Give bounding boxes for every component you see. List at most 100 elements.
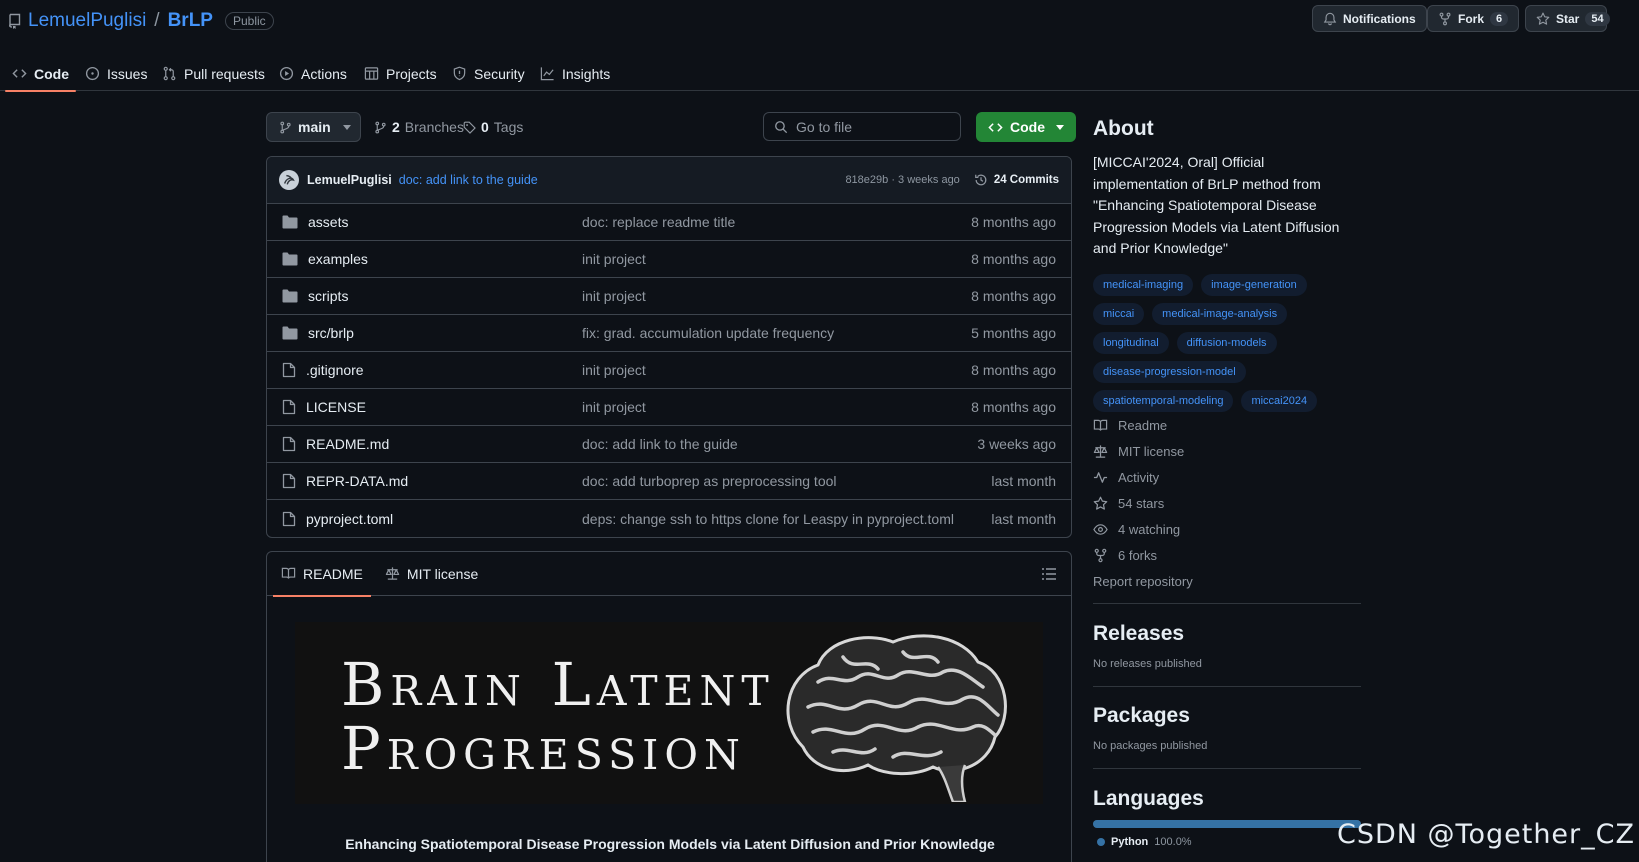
- file-name-link[interactable]: src/brlp: [308, 325, 354, 341]
- file-commit-message[interactable]: doc: replace readme title: [582, 214, 971, 230]
- file-commit-date: 8 months ago: [971, 288, 1056, 304]
- file-commit-message[interactable]: init project: [582, 362, 971, 378]
- topic-tag[interactable]: diffusion-models: [1176, 332, 1277, 354]
- tab-pull-requests[interactable]: Pull requests: [162, 56, 265, 91]
- outline-list-icon[interactable]: [1041, 566, 1057, 582]
- activity-link[interactable]: Activity: [1093, 464, 1361, 490]
- file-row[interactable]: pyproject.toml deps: change ssh to https …: [267, 500, 1071, 537]
- topic-tag[interactable]: medical-image-analysis: [1152, 303, 1288, 325]
- repo-name-link[interactable]: BrLP: [168, 10, 213, 32]
- file-name-link[interactable]: examples: [308, 251, 368, 267]
- fork-label: Fork: [1458, 11, 1485, 26]
- file-row[interactable]: .gitignore init project 8 months ago: [267, 352, 1071, 389]
- topic-tag[interactable]: miccai2024: [1241, 390, 1318, 412]
- file-row[interactable]: scripts init project 8 months ago: [267, 278, 1071, 315]
- file-row[interactable]: REPR-DATA.md doc: add turboprep as prepro…: [267, 463, 1071, 500]
- activity-label: Activity: [1118, 469, 1160, 485]
- shield-icon: [452, 66, 467, 81]
- tab-issues[interactable]: Issues: [85, 56, 147, 91]
- readme-link[interactable]: Readme: [1093, 412, 1361, 438]
- tab-license[interactable]: MIT license: [385, 552, 478, 596]
- license-tab-label: MIT license: [406, 565, 479, 582]
- file-commit-message[interactable]: init project: [582, 399, 971, 415]
- file-icon: [282, 362, 296, 378]
- file-commit-message[interactable]: doc: add link to the guide: [582, 436, 977, 452]
- file-name-cell: assets: [282, 214, 582, 230]
- tab-actions[interactable]: Actions: [279, 56, 347, 91]
- divider: [1093, 686, 1361, 687]
- file-name-cell: pyproject.toml: [282, 511, 582, 527]
- stars-label: 54 stars: [1118, 495, 1165, 511]
- code-dropdown-button[interactable]: Code: [976, 112, 1076, 142]
- caret-down-icon: [1056, 124, 1064, 130]
- tags-link[interactable]: 0 Tags: [463, 119, 523, 135]
- fork-button[interactable]: Fork 6: [1427, 5, 1520, 32]
- file-name-link[interactable]: LICENSE: [306, 399, 366, 415]
- star-button[interactable]: Star 54: [1525, 5, 1610, 32]
- tab-label: Projects: [386, 65, 437, 82]
- report-repository-link[interactable]: Report repository: [1093, 568, 1361, 594]
- branch-icon: [279, 121, 292, 134]
- file-name-link[interactable]: scripts: [308, 288, 348, 304]
- tab-projects[interactable]: Projects: [364, 56, 437, 91]
- language-python-link[interactable]: Python 100.0%: [1093, 836, 1361, 848]
- file-name-link[interactable]: REPR-DATA.md: [306, 473, 408, 489]
- go-to-file-input[interactable]: Go to file: [763, 112, 961, 141]
- file-row[interactable]: README.md doc: add link to the guide 3 wee…: [267, 426, 1071, 463]
- branch-selector[interactable]: main: [266, 112, 361, 142]
- banner-title-line1: Brain Latent: [341, 650, 775, 719]
- topic-tag[interactable]: disease-progression-model: [1093, 361, 1246, 383]
- file-icon: [282, 399, 296, 415]
- license-link[interactable]: MIT license: [1093, 438, 1361, 464]
- forks-link[interactable]: 6 forks: [1093, 542, 1361, 568]
- tab-label: Issues: [107, 65, 148, 82]
- file-name-link[interactable]: assets: [308, 214, 348, 230]
- code-icon: [12, 66, 27, 81]
- repo-owner-link[interactable]: LemuelPuglisi: [28, 10, 146, 32]
- file-name-link[interactable]: README.md: [306, 436, 389, 452]
- file-row[interactable]: assets doc: replace readme title 8 months …: [267, 204, 1071, 241]
- tab-readme[interactable]: README: [273, 552, 371, 597]
- file-row[interactable]: LICENSE init project 8 months ago: [267, 389, 1071, 426]
- folder-icon: [282, 289, 298, 303]
- tab-code[interactable]: Code: [5, 56, 76, 92]
- file-name-link[interactable]: .gitignore: [306, 362, 364, 378]
- topic-tag[interactable]: spatiotemporal-modeling: [1093, 390, 1234, 412]
- packages-heading-label: Packages: [1093, 704, 1190, 727]
- stars-link[interactable]: 54 stars: [1093, 490, 1361, 516]
- file-row[interactable]: src/brlp fix: grad. accumulation update f…: [267, 315, 1071, 352]
- file-commit-message[interactable]: init project: [582, 288, 971, 304]
- topic-tag[interactable]: longitudinal: [1093, 332, 1169, 354]
- avatar[interactable]: [279, 170, 299, 190]
- commits-link[interactable]: 24 Commits: [974, 173, 1059, 187]
- file-icon: [282, 436, 296, 452]
- star-label: Star: [1556, 11, 1580, 26]
- file-commit-message[interactable]: fix: grad. accumulation update frequency: [582, 325, 971, 341]
- code-button-label: Code: [1010, 119, 1045, 135]
- topic-tag[interactable]: image-generation: [1201, 274, 1307, 296]
- commits-count: 24 Commits: [993, 174, 1059, 186]
- file-commit-message[interactable]: doc: add turboprep as preprocessing tool: [582, 473, 991, 489]
- commit-message[interactable]: doc: add link to the guide: [399, 173, 538, 187]
- file-commit-message[interactable]: init project: [582, 251, 971, 267]
- folder-icon: [282, 252, 298, 266]
- file-commit-message[interactable]: deps: change ssh to https clone for Leas…: [582, 511, 991, 527]
- notifications-button[interactable]: Notifications: [1312, 5, 1427, 32]
- tags-label: Tags: [493, 119, 524, 135]
- commit-hash-time[interactable]: 818e29b · 3 weeks ago: [845, 174, 959, 186]
- watching-label: 4 watching: [1118, 521, 1181, 537]
- file-commit-date: 5 months ago: [971, 325, 1056, 341]
- topic-tag[interactable]: miccai: [1093, 303, 1145, 325]
- releases-heading[interactable]: Releases: [1093, 622, 1361, 646]
- tab-insights[interactable]: Insights: [540, 56, 610, 91]
- packages-heading[interactable]: Packages: [1093, 704, 1361, 728]
- topic-tag[interactable]: medical-imaging: [1093, 274, 1194, 296]
- branches-link[interactable]: 2 Branches: [374, 119, 464, 135]
- file-row[interactable]: examples init project 8 months ago: [267, 241, 1071, 278]
- file-name-link[interactable]: pyproject.toml: [306, 511, 393, 527]
- tab-security[interactable]: Security: [452, 56, 525, 91]
- watching-link[interactable]: 4 watching: [1093, 516, 1361, 542]
- file-name-cell: src/brlp: [282, 325, 582, 341]
- commit-author[interactable]: LemuelPuglisi: [307, 173, 392, 187]
- search-icon: [774, 120, 788, 134]
